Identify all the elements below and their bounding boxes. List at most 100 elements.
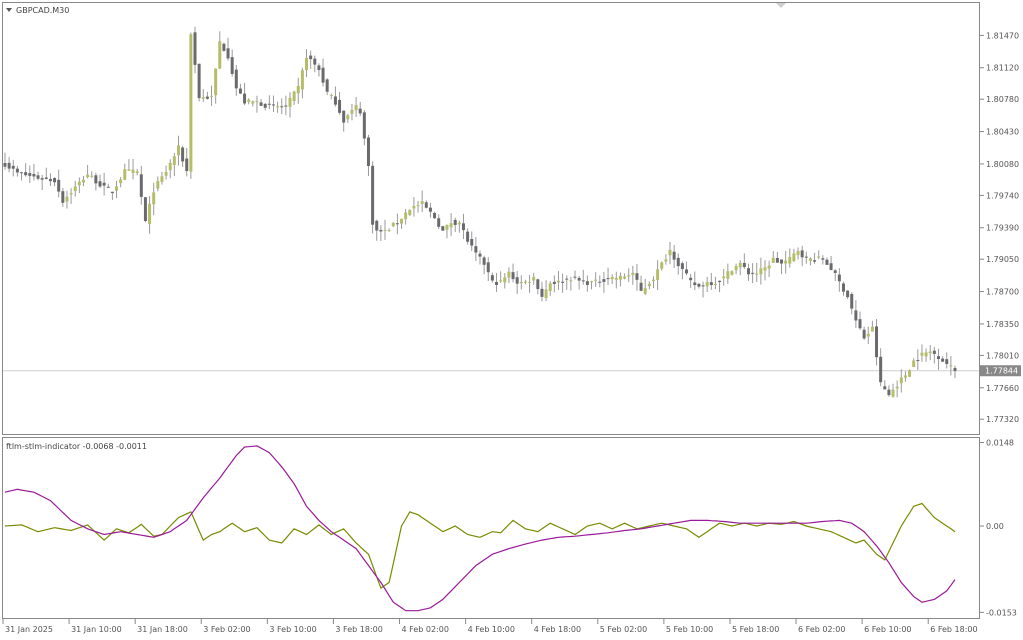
candle-body [742,262,746,268]
candle-body [152,192,156,205]
indicator-frame [2,437,980,619]
candle-body [751,272,755,274]
candle-body [866,333,870,337]
candle-body [850,294,854,309]
candle-body [102,182,106,186]
current-price-tag-label: 1.77844 [985,367,1018,376]
candle-body [631,272,635,275]
candle-body [164,171,168,176]
candle-body [404,212,408,220]
candle-body [222,43,226,51]
candle-body [697,283,701,287]
candle [189,32,193,179]
candle-body [470,238,474,246]
candle-body [395,223,399,225]
candle-body [449,223,453,228]
indicator-axis-label: -0.0153 [986,608,1017,617]
candle [908,369,912,378]
candle-body [854,310,858,321]
candle-body [40,178,44,180]
candle-body [499,280,503,282]
candle-body [437,218,441,227]
candle-body [391,222,395,227]
price-axis-label: 1.81470 [986,31,1019,40]
candle-body [61,191,65,203]
candle-body [825,259,829,265]
candle-body [730,271,734,275]
candle-body [416,205,420,207]
candle-body [358,108,362,114]
candle-body [156,181,160,189]
candle-body [81,179,85,183]
candle-body [660,262,664,269]
indicator-panel[interactable]: ftlm-stlm-indicator -0.0068 -0.0011 0.01… [2,437,1017,619]
candle [143,196,147,223]
candle-body [763,267,767,271]
price-axis-label: 1.79740 [986,191,1019,200]
candle-body [106,186,110,188]
candle-body [57,179,61,192]
candle-body [651,279,655,282]
candle-body [342,110,346,123]
candle-body [581,280,585,282]
candle-body [767,265,771,269]
candle-body [292,91,296,102]
candle-body [131,169,135,174]
candle-body [255,101,259,103]
candle-body [441,226,445,231]
indicator-axis-label: 0.00 [986,522,1004,531]
candle-body [594,279,598,281]
candle-body [424,202,428,208]
candle-body [201,97,205,99]
candle-body [618,275,622,280]
candle-body [784,260,788,264]
candle-body [197,63,201,99]
candle-body [466,231,470,242]
time-axis-label: 6 Feb 02:00 [798,625,845,634]
candle-body [532,276,536,281]
candle-body [143,197,147,222]
candle-body [98,181,102,187]
candle-body [903,375,907,378]
candle-body [928,351,932,354]
candle-body [461,223,465,231]
candle-body [329,95,333,97]
candle-body [280,106,284,108]
candle-body [453,219,457,225]
indicator-axis-label: 0.0148 [986,439,1014,448]
time-axis: 31 Jan 2025 31 Jan 10:00 31 Jan 18:00 3 Feb… [2,619,978,634]
candle-body [565,278,569,280]
candle-body [115,186,119,191]
candle-body [214,68,218,96]
candle-body [701,285,705,287]
candle-body [375,220,379,231]
indicator-axis: 0.0148 0.00 -0.0153 [980,439,1017,617]
price-axis-label: 1.81120 [986,64,1019,73]
price-axis-label: 1.80080 [986,160,1019,169]
candle-body [139,174,143,197]
candle-body [366,137,370,166]
candle [441,225,445,231]
candle-body [544,289,548,299]
candle-body [65,196,69,202]
candle-body [664,259,668,262]
candle-body [48,178,52,182]
candle-body [759,268,763,275]
candle-body [325,79,329,92]
candle-body [685,269,689,274]
main-chart-panel[interactable]: GBPCAD.M30 1.81470 1.81120 1.80780 1.80430 1… [2,2,1022,435]
candle-body [36,175,40,179]
candle-body [833,270,837,273]
candle-body [11,165,15,169]
candle-body [296,85,300,94]
candle-body [181,147,185,162]
candle [197,63,201,102]
chart-window[interactable]: GBPCAD.M30 1.81470 1.81120 1.80780 1.80430 1… [0,0,1023,640]
candle-body [932,350,936,354]
candle-body [123,169,127,180]
price-axis-label: 1.78010 [986,351,1019,360]
price-axis-label: 1.77320 [986,415,1019,424]
candle-body [90,175,94,177]
candle-body [796,251,800,256]
candle-body [924,352,928,357]
